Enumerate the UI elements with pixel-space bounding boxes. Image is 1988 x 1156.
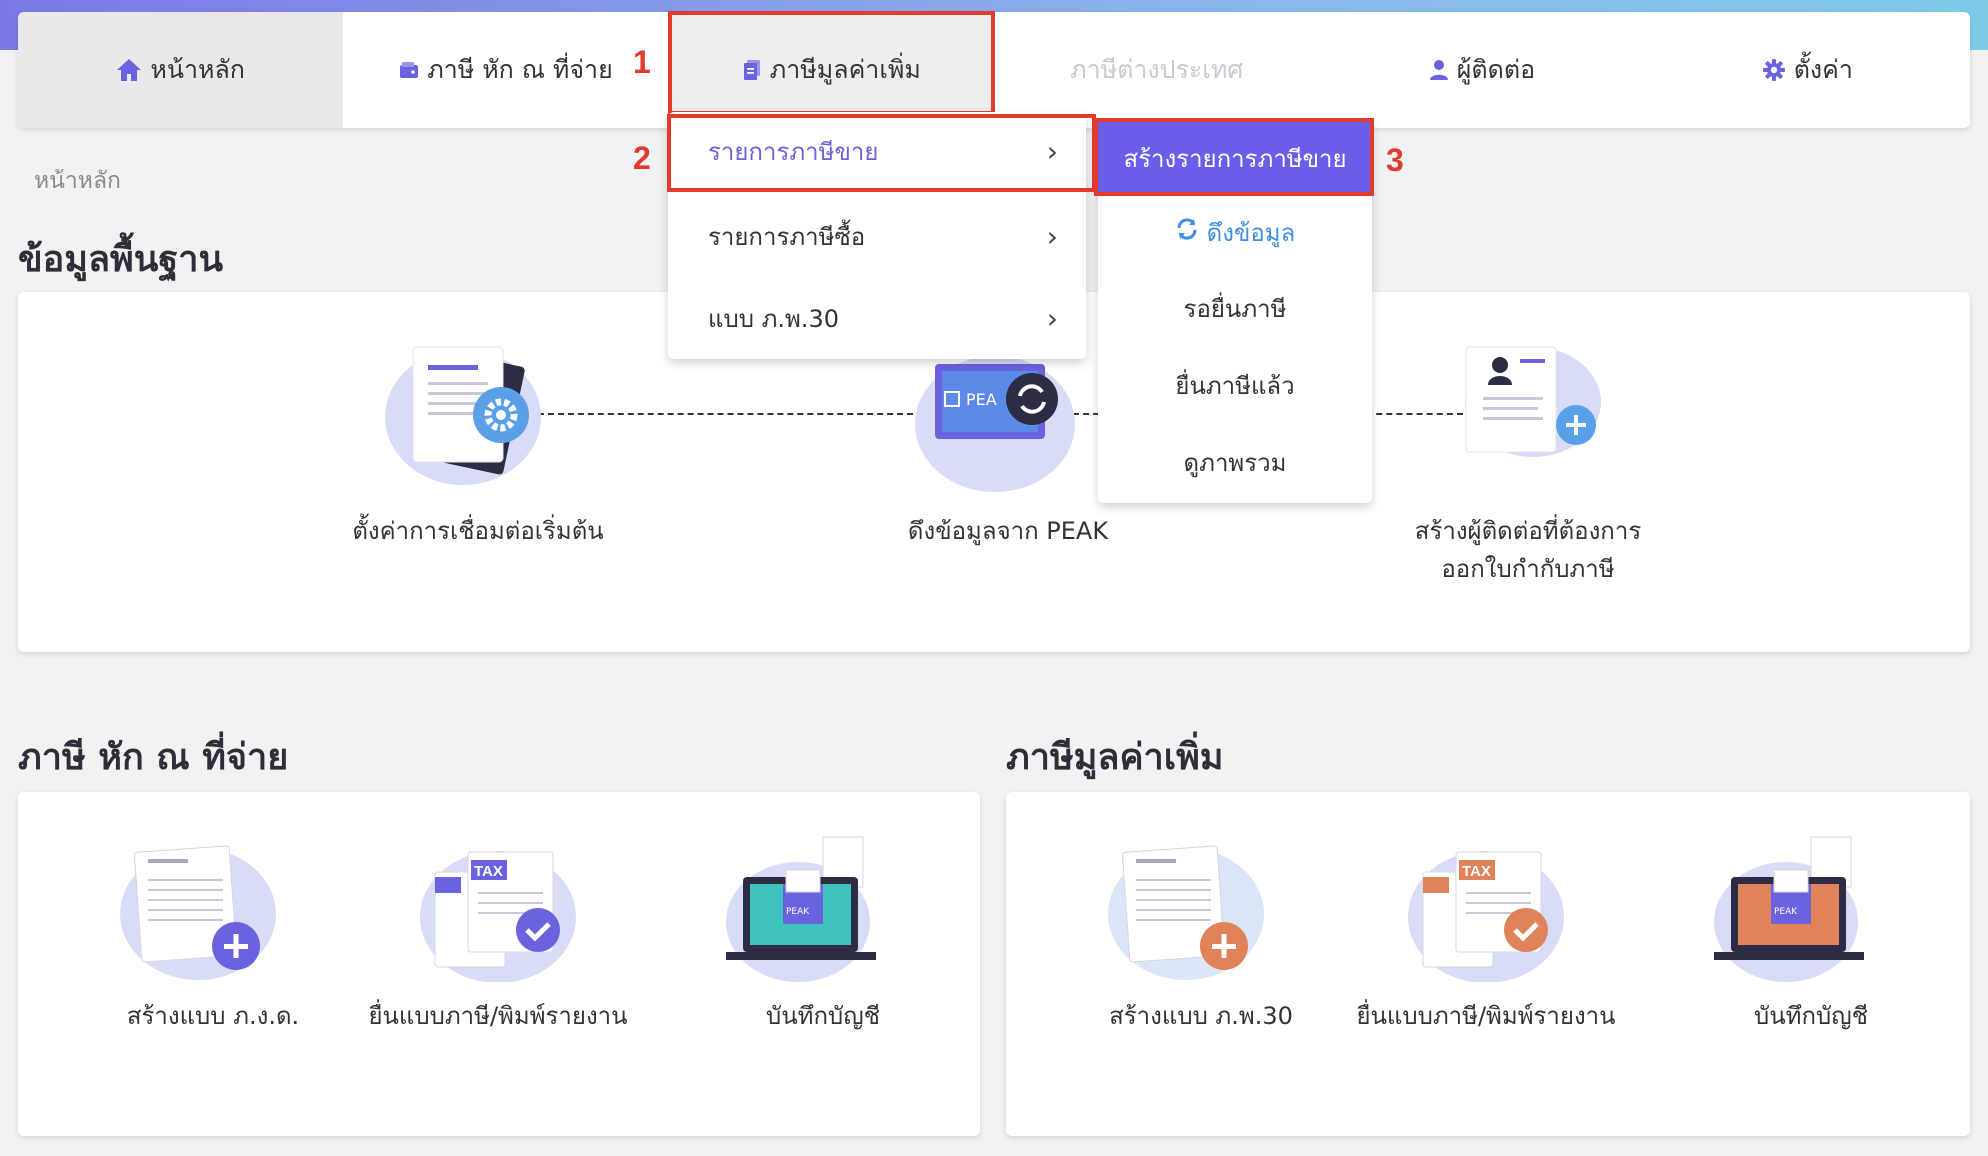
section-title-withholding-tax: ภาษี หัก ณ ที่จ่าย	[18, 737, 289, 778]
feature-label: ยื่นแบบภาษี/พิมพ์รายงาน	[368, 1002, 628, 1030]
feature-file-tax-print[interactable]: ยื่นแบบภาษี/พิมพ์รายงาน	[1321, 997, 1651, 1035]
feature-label: บันทึกบัญชี	[766, 1002, 880, 1030]
gear-icon	[1762, 58, 1786, 82]
create-sales-tax-button[interactable]: สร้างรายการภาษีขาย	[1098, 120, 1372, 196]
step-number-2: 2	[633, 140, 651, 176]
menu-item-overview[interactable]: ดูภาพรวม	[1098, 424, 1372, 500]
nav-item-label: ผู้ติดต่อ	[1456, 55, 1536, 84]
vat-dropdown-menu: รายการภาษีขาย › รายการภาษีซื้อ › แบบ ภ.พ…	[668, 112, 1086, 359]
feature-label-line2: ออกใบกำกับภาษี	[1441, 555, 1615, 583]
feature-record-accounting[interactable]: บันทึกบัญชี	[658, 997, 988, 1035]
feature-label: บันทึกบัญชี	[1754, 1002, 1868, 1030]
chevron-right-icon: ›	[1046, 134, 1058, 168]
nav-item-foreign-tax[interactable]: ภาษีต่างประเทศ	[994, 12, 1319, 128]
feature-create-pnd[interactable]: สร้างแบบ ภ.ง.ด.	[48, 997, 378, 1035]
feature-label: ตั้งค่าการเชื่อมต่อเริ่มต้น	[352, 517, 604, 545]
chevron-right-icon: ›	[1046, 301, 1058, 335]
step-number-3: 3	[1386, 142, 1404, 178]
menu-item-purchase-tax[interactable]: รายการภาษีซื้อ ›	[668, 200, 1086, 272]
nav-item-vat[interactable]: ภาษีมูลค่าเพิ่ม	[668, 12, 994, 128]
nav-item-label: ภาษี หัก ณ ที่จ่าย	[427, 55, 613, 84]
vat-card: สร้างแบบ ภ.พ.30 TAX ยื่นแบบภาษี/พิมพ์ราย…	[1006, 792, 1970, 1136]
document-icon	[742, 59, 762, 81]
menu-item-sales-tax[interactable]: รายการภาษีขาย ›	[668, 115, 1086, 187]
menu-item-label: รายการภาษีซื้อ	[708, 222, 866, 251]
connector-line	[538, 413, 933, 415]
withholding-tax-card: สร้างแบบ ภ.ง.ด. TAX ยื่นแบบภาษี/พิมพ์ราย…	[18, 792, 980, 1136]
feature-label-line1: สร้างผู้ติดต่อที่ต้องการ	[1414, 517, 1642, 545]
feature-create-pp30[interactable]: สร้างแบบ ภ.พ.30	[1036, 997, 1366, 1035]
breadcrumb: หน้าหลัก	[34, 168, 121, 194]
nav-item-home[interactable]: หน้าหลัก	[18, 12, 344, 128]
form-add-icon	[1096, 834, 1266, 988]
menu-item-label: สร้างรายการภาษีขาย	[1123, 144, 1347, 173]
main-nav: หน้าหลัก ภาษี หัก ณ ที่จ่าย ภาษีมูลค่าเพ…	[18, 12, 1970, 128]
feature-label: สร้างแบบ ภ.พ.30	[1109, 1002, 1293, 1030]
feature-file-tax-print[interactable]: ยื่นแบบภาษี/พิมพ์รายงาน	[333, 997, 663, 1035]
peak-logo-text: PEAK	[786, 907, 810, 917]
menu-item-filed[interactable]: ยื่นภาษีแล้ว	[1098, 347, 1372, 423]
refresh-icon	[1175, 217, 1199, 247]
tax-check-icon: TAX	[1401, 832, 1571, 986]
menu-item-label: รอยื่นภาษี	[1183, 294, 1287, 323]
peak-logo-text: PEA	[966, 390, 997, 409]
nav-item-settings[interactable]: ตั้งค่า	[1645, 12, 1970, 128]
nav-item-label: หน้าหลัก	[150, 55, 245, 84]
fetch-data-link[interactable]: ดึงข้อมูล	[1098, 194, 1372, 270]
feature-fetch-peak[interactable]: ดึงข้อมูลจาก PEAK	[798, 512, 1218, 550]
step-number-1: 1	[633, 44, 651, 80]
menu-item-label: รายการภาษีขาย	[708, 137, 879, 166]
wallet-icon	[399, 60, 419, 80]
nav-item-label: ภาษีต่างประเทศ	[1070, 55, 1244, 84]
menu-item-label: ดูภาพรวม	[1183, 448, 1287, 477]
nav-item-contacts[interactable]: ผู้ติดต่อ	[1319, 12, 1644, 128]
nav-item-withholding-tax[interactable]: ภาษี หัก ณ ที่จ่าย	[343, 12, 668, 128]
laptop-peak-icon: PEAK	[1706, 832, 1876, 986]
menu-item-label: ดึงข้อมูล	[1206, 218, 1296, 247]
tax-check-icon: TAX	[413, 832, 583, 986]
menu-item-pp30[interactable]: แบบ ภ.พ.30 ›	[668, 282, 1086, 354]
laptop-peak-icon: PEAK	[718, 832, 888, 986]
feature-initial-connection[interactable]: ตั้งค่าการเชื่อมต่อเริ่มต้น	[268, 512, 688, 550]
section-title-vat: ภาษีมูลค่าเพิ่ม	[1006, 737, 1224, 778]
menu-item-pending-filing[interactable]: รอยื่นภาษี	[1098, 270, 1372, 346]
peak-logo-text: PEAK	[1774, 907, 1798, 917]
home-icon	[116, 58, 142, 82]
feature-label: ยื่นแบบภาษี/พิมพ์รายงาน	[1356, 1002, 1616, 1030]
tax-badge-text: TAX	[1462, 863, 1491, 880]
nav-item-label: ภาษีมูลค่าเพิ่ม	[769, 55, 921, 84]
nav-item-label: ตั้งค่า	[1793, 55, 1853, 84]
contact-add-icon	[1438, 337, 1608, 491]
menu-item-label: แบบ ภ.พ.30	[708, 304, 840, 333]
section-title-basics: ข้อมูลพื้นฐาน	[18, 239, 224, 280]
feature-label: สร้างแบบ ภ.ง.ด.	[126, 1002, 300, 1030]
peak-sync-icon: PEA	[910, 344, 1080, 498]
menu-item-label: ยื่นภาษีแล้ว	[1175, 371, 1295, 400]
chevron-right-icon: ›	[1046, 219, 1058, 253]
feature-label: ดึงข้อมูลจาก PEAK	[907, 517, 1109, 545]
feature-create-contact[interactable]: สร้างผู้ติดต่อที่ต้องการ ออกใบกำกับภาษี	[1318, 512, 1738, 588]
user-icon	[1429, 59, 1449, 81]
tax-badge-text: TAX	[474, 863, 503, 880]
feature-record-accounting[interactable]: บันทึกบัญชี	[1646, 997, 1976, 1035]
document-settings-icon	[383, 337, 553, 491]
sales-tax-submenu: สร้างรายการภาษีขาย ดึงข้อมูล รอยื่นภาษี …	[1098, 120, 1372, 503]
form-add-icon	[108, 834, 278, 988]
